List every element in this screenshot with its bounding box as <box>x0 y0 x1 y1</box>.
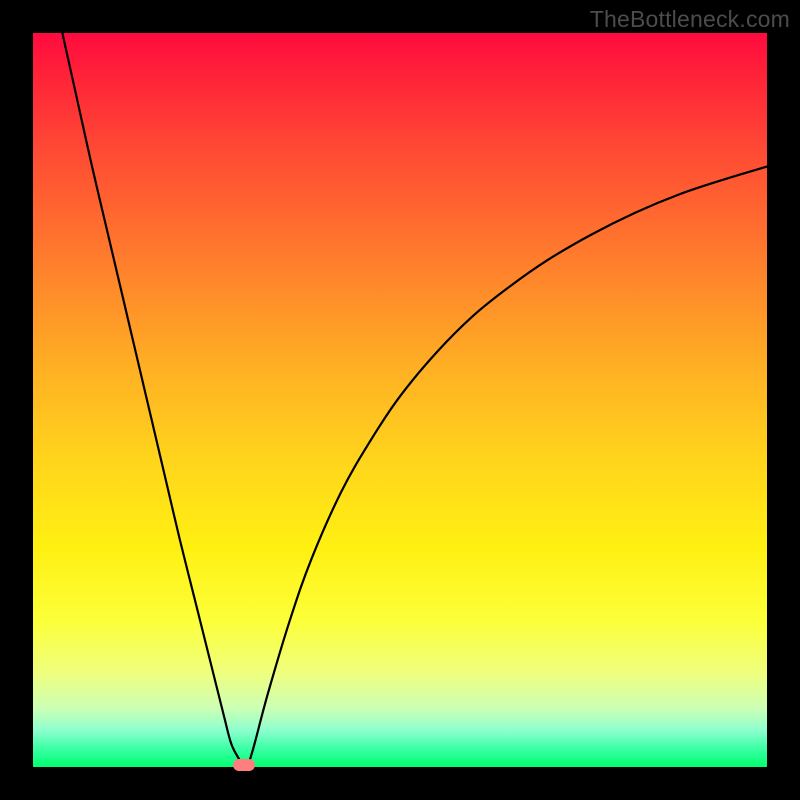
watermark-text: TheBottleneck.com <box>590 6 790 33</box>
chart-frame: TheBottleneck.com <box>0 0 800 800</box>
plot-area <box>33 33 767 767</box>
bottleneck-curve <box>33 33 767 767</box>
minimum-marker <box>233 759 255 771</box>
